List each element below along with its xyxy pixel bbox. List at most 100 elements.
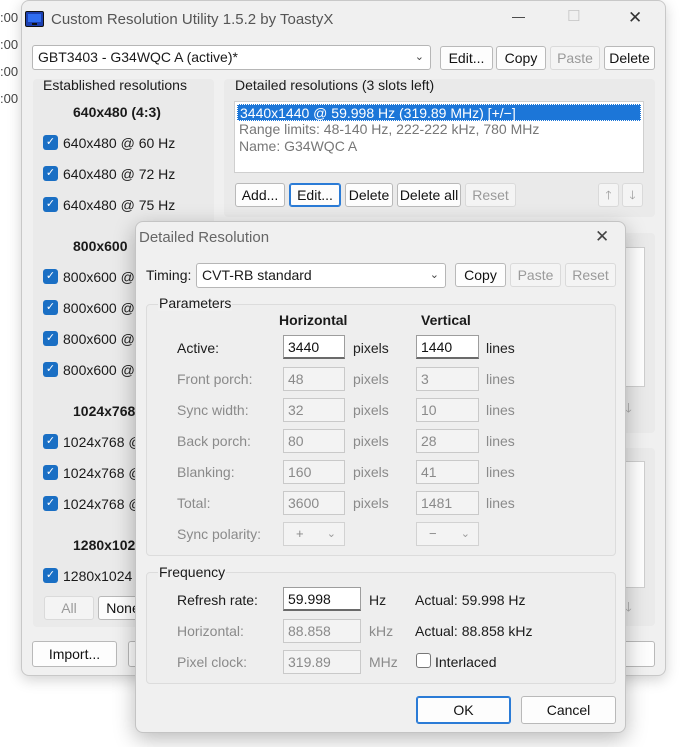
blanking-horizontal-field: 160	[283, 460, 345, 484]
detailed-resolutions-list[interactable]: 3440x1440 @ 59.998 Hz (319.89 MHz) [+/−]…	[234, 101, 644, 173]
parameters-title: Parameters	[158, 295, 233, 311]
checkbox-1024x768-3[interactable]: ✓	[43, 496, 58, 511]
label-1024x768-3: 1024x768 @	[63, 496, 143, 512]
front-porch-h-unit: pixels	[353, 371, 389, 387]
total-vertical-field: 1481	[416, 491, 479, 515]
close-button[interactable]: ✕	[628, 8, 642, 28]
chevron-down-icon: ⌄	[460, 528, 470, 540]
checkbox-800x600-4[interactable]: ✓	[43, 362, 58, 377]
window-title: Custom Resolution Utility 1.5.2 by Toast…	[51, 11, 334, 28]
active-horizontal-input[interactable]: 3440	[283, 335, 345, 359]
dialog-title: Detailed Resolution	[139, 229, 270, 246]
total-h-unit: pixels	[353, 495, 389, 511]
detailed-resolution-dialog: Detailed Resolution ✕ Timing: CVT-RB sta…	[135, 221, 626, 733]
extension-down-arrow-icon: 🡓	[625, 400, 632, 415]
cancel-button[interactable]: Cancel	[521, 696, 616, 724]
back-porch-v-unit: lines	[486, 433, 515, 449]
sync-polarity-v-value: −	[429, 526, 437, 541]
timing-reset-button[interactable]: Reset	[565, 263, 616, 287]
chevron-down-icon: ⌄	[326, 528, 336, 540]
sync-polarity-h-value: +	[296, 526, 304, 541]
checkbox-1024x768-1[interactable]: ✓	[43, 434, 58, 449]
total-horizontal-field: 3600	[283, 491, 345, 515]
interlaced-checkbox[interactable]	[416, 653, 431, 668]
column-header-horizontal: Horizontal	[279, 312, 348, 328]
sync-width-v-unit: lines	[486, 402, 515, 418]
label-800x600-4: 800x600 @	[63, 362, 135, 378]
back-porch-horizontal-field: 80	[283, 429, 345, 453]
sync-polarity-label: Sync polarity:	[177, 526, 262, 542]
checkbox-640x480-75[interactable]: ✓	[43, 197, 58, 212]
checkbox-640x480-60[interactable]: ✓	[43, 135, 58, 150]
total-label: Total:	[177, 495, 211, 511]
ok-button[interactable]: OK	[416, 696, 511, 724]
column-header-vertical: Vertical	[421, 312, 471, 328]
pixel-clock-field: 319.89	[283, 650, 361, 674]
label-640x480-60: 640x480 @ 60 Hz	[63, 135, 176, 151]
checkbox-800x600-3[interactable]: ✓	[43, 331, 58, 346]
hidden-right-button-stub[interactable]	[622, 641, 655, 667]
move-up-arrow-icon[interactable]: 🡑	[598, 183, 619, 207]
detailed-edit-button[interactable]: Edit...	[289, 183, 341, 207]
timing-label: Timing:	[146, 267, 192, 283]
label-1280x1024: 1280x1024	[63, 568, 133, 584]
monitor-paste-button[interactable]: Paste	[550, 46, 600, 70]
sync-polarity-horizontal-select: + ⌄	[283, 522, 345, 546]
detailed-delete-all-button[interactable]: Delete all	[397, 183, 461, 207]
sync-width-label: Sync width:	[177, 402, 249, 418]
detailed-delete-button[interactable]: Delete	[345, 183, 393, 207]
back-porch-h-unit: pixels	[353, 433, 389, 449]
detailed-resolution-item[interactable]: 3440x1440 @ 59.998 Hz (319.89 MHz) [+/−]	[237, 104, 641, 121]
horizontal-freq-field: 88.858	[283, 619, 361, 643]
blanking-label: Blanking:	[177, 464, 235, 480]
horizontal-freq-label: Horizontal:	[177, 623, 244, 639]
checkbox-1280x1024[interactable]: ✓	[43, 568, 58, 583]
pixel-clock-unit: MHz	[369, 654, 398, 670]
front-porch-horizontal-field: 48	[283, 367, 345, 391]
timing-select[interactable]: CVT-RB standard ⌄	[196, 263, 446, 288]
app-icon	[25, 11, 44, 27]
chevron-down-icon: ⌄	[429, 269, 439, 281]
sync-width-horizontal-field: 32	[283, 398, 345, 422]
background-time-2: :00	[0, 37, 19, 52]
monitor-delete-button[interactable]: Delete	[604, 46, 655, 70]
monitor-select[interactable]: GBT3403 - G34WQC A (active)* ⌄	[32, 45, 431, 70]
detailed-name-item[interactable]: Name: G34WQC A	[237, 138, 641, 155]
minimize-button[interactable]: —	[512, 9, 525, 24]
checkbox-1024x768-2[interactable]: ✓	[43, 465, 58, 480]
import-button[interactable]: Import...	[32, 641, 117, 667]
group-header-800x600: 800x600	[73, 238, 128, 254]
detailed-title: Detailed resolutions (3 slots left)	[235, 77, 435, 93]
blanking-v-unit: lines	[486, 464, 515, 480]
monitor-copy-button[interactable]: Copy	[496, 46, 546, 70]
background-time-1: :00	[0, 10, 19, 25]
label-800x600-3: 800x600 @	[63, 331, 135, 347]
detailed-add-button[interactable]: Add...	[235, 183, 285, 207]
timing-paste-button[interactable]: Paste	[510, 263, 561, 287]
back-porch-label: Back porch:	[177, 433, 251, 449]
blanking-vertical-field: 41	[416, 460, 479, 484]
sync-polarity-vertical-select: − ⌄	[416, 522, 479, 546]
checkbox-800x600-2[interactable]: ✓	[43, 300, 58, 315]
established-all-button[interactable]: All	[44, 596, 94, 620]
monitor-edit-button[interactable]: Edit...	[440, 46, 493, 70]
established-title: Established resolutions	[43, 77, 187, 93]
blanking-h-unit: pixels	[353, 464, 389, 480]
detailed-reset-button[interactable]: Reset	[465, 183, 516, 207]
maximize-button[interactable]: ☐	[567, 7, 580, 25]
detailed-range-limits-item[interactable]: Range limits: 48-140 Hz, 222-222 kHz, 78…	[237, 121, 641, 138]
timing-copy-button[interactable]: Copy	[455, 263, 506, 287]
pixel-clock-label: Pixel clock:	[177, 654, 248, 670]
move-down-arrow-icon[interactable]: 🡓	[622, 183, 643, 207]
label-800x600-2: 800x600 @	[63, 300, 135, 316]
monitor-select-value: GBT3403 - G34WQC A (active)*	[38, 49, 238, 65]
checkbox-640x480-72[interactable]: ✓	[43, 166, 58, 181]
label-640x480-72: 640x480 @ 72 Hz	[63, 166, 176, 182]
active-vertical-input[interactable]: 1440	[416, 335, 479, 359]
front-porch-vertical-field: 3	[416, 367, 479, 391]
background-time-3: :00	[0, 64, 19, 79]
checkbox-800x600-1[interactable]: ✓	[43, 269, 58, 284]
refresh-rate-input[interactable]: 59.998	[283, 587, 361, 611]
dialog-close-button[interactable]: ✕	[595, 227, 609, 247]
group-header-1280x1024: 1280x102	[73, 537, 136, 553]
